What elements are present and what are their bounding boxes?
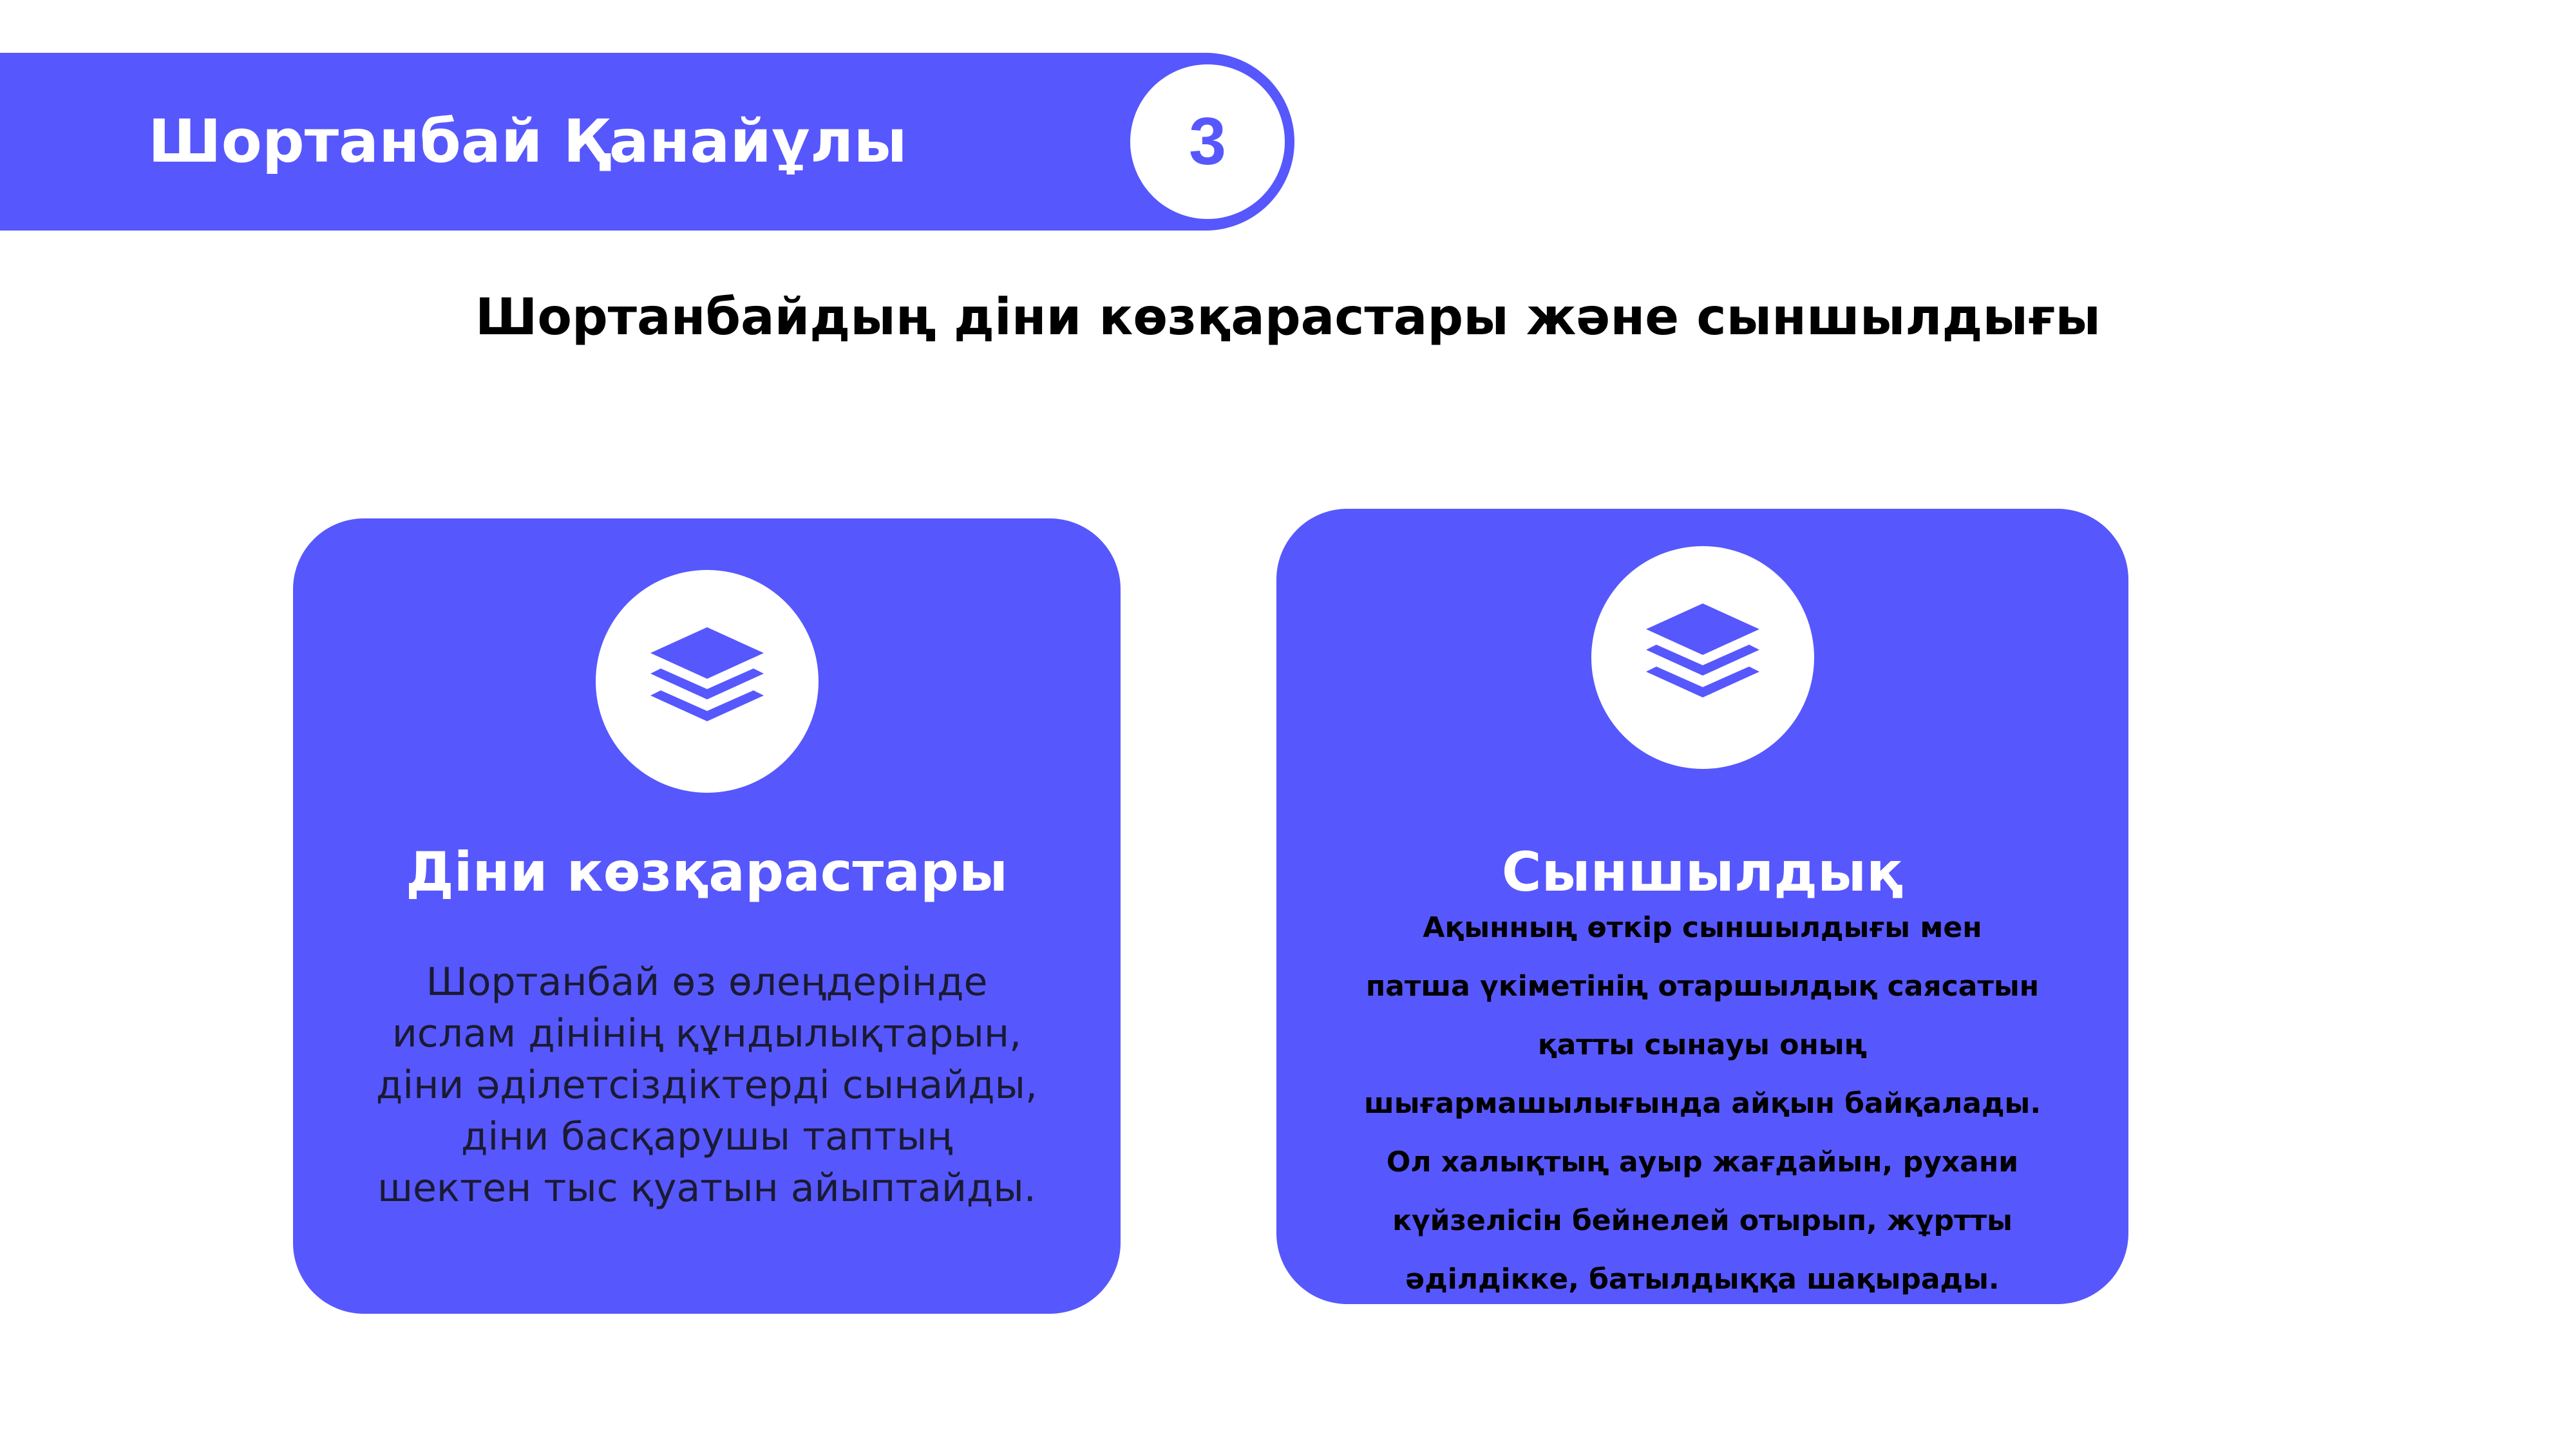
card-text-line: ислам дінінің құндылықтарын, [392, 1011, 1022, 1056]
card-text-line: шығармашылығында айқын байқалады. [1363, 1087, 2041, 1120]
header-title: Шортанбай Қанайұлы [148, 107, 907, 176]
section-number-badge: 3 [1130, 64, 1285, 219]
card-title: Діни көзқарастары [405, 840, 1009, 904]
card-text-line: Шортанбай өз өлеңдерінде [426, 960, 988, 1005]
card-text-line: қатты сынауы оның [1537, 1028, 1868, 1061]
slide: Шортанбай Қанайұлы 3 Шортанбайдың діни к… [0, 0, 2576, 1449]
card-text-line: күйзелісін бейнелей отырып, жұртты [1392, 1204, 2012, 1237]
card-text-line: діни басқарушы таптың [460, 1114, 953, 1159]
card-icon-circle [596, 570, 819, 793]
card-criticism: Сыншылдық Ақынның өткір сыншылдығы мен п… [1276, 509, 2128, 1304]
card-title: Сыншылдық [1501, 840, 1904, 904]
card-text-line: Ақынның өткір сыншылдығы мен [1423, 911, 1982, 944]
card-text-line: шектен тыс қуатын айыптайды. [377, 1166, 1036, 1211]
card-religious-views: Діни көзқарастары Шортанбай өз өлеңдерін… [293, 518, 1121, 1314]
layers-icon [1646, 603, 1759, 697]
card-text-line: діни әділетсіздіктерді сынайды, [375, 1063, 1038, 1108]
slide-subtitle: Шортанбайдың діни көзқарастары және сынш… [475, 289, 2101, 346]
layers-icon [650, 627, 764, 721]
card-text-line: Ол халықтың ауыр жағдайын, рухани [1386, 1146, 2019, 1179]
card-text-line: патша үкіметінің отаршылдық саясатын [1365, 970, 2040, 1003]
card-body-text: Ақынның өткір сыншылдығы мен патша үкіме… [1302, 898, 2103, 1309]
card-text-line: әділдікке, батылдыққа шақырады. [1405, 1263, 2000, 1296]
card-body-text: Шортанбай өз өлеңдерінде ислам дінінің қ… [332, 956, 1082, 1214]
card-icon-circle [1591, 546, 1814, 769]
